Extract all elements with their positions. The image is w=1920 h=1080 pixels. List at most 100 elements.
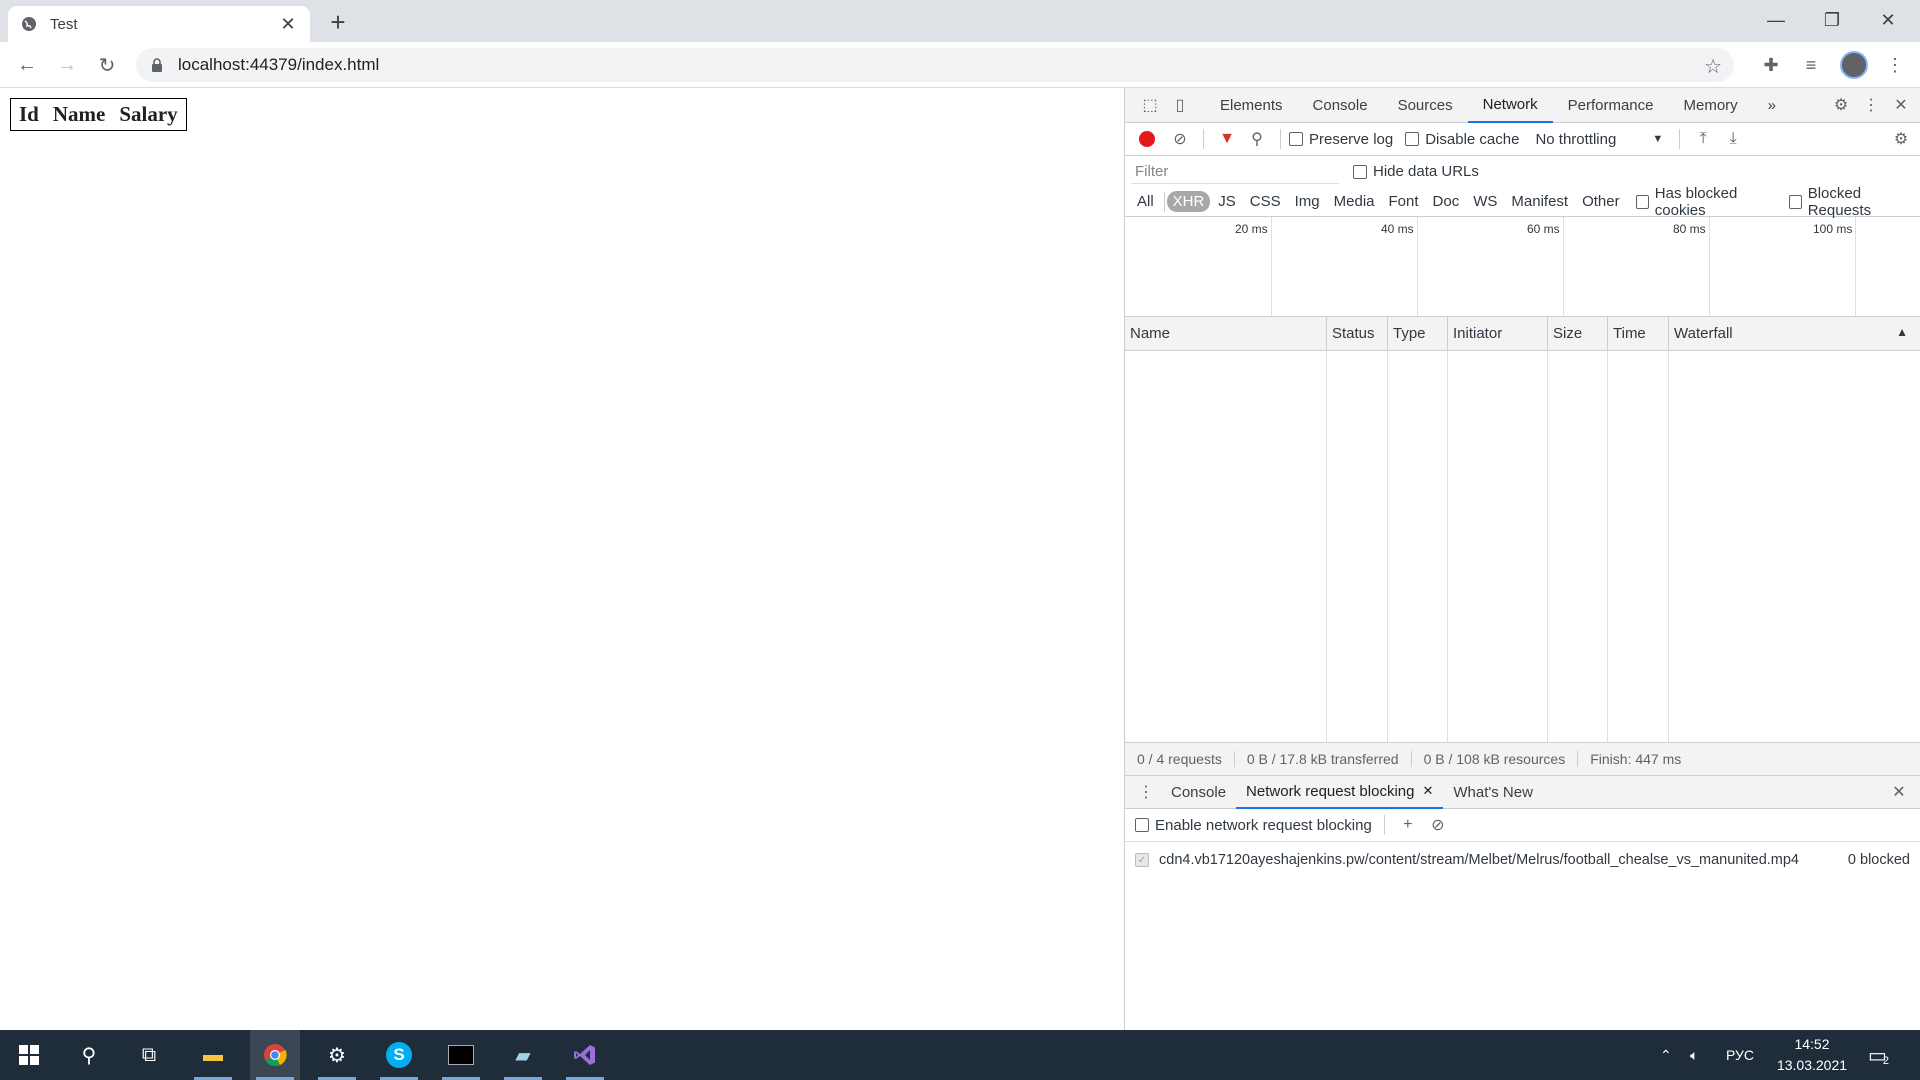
type-css[interactable]: CSS: [1244, 191, 1287, 212]
drawer-tab-request-blocking[interactable]: Network request blocking ✕: [1236, 776, 1444, 809]
close-drawer-icon[interactable]: ✕: [1884, 777, 1914, 807]
separator: [1383, 815, 1385, 835]
notification-center-icon[interactable]: ▭ 2: [1868, 1030, 1889, 1080]
column-size[interactable]: Size: [1548, 317, 1608, 350]
settings-gear-icon[interactable]: ⚙: [312, 1030, 362, 1080]
has-blocked-cookies-label: Has blocked cookies: [1654, 184, 1738, 219]
type-doc[interactable]: Doc: [1427, 191, 1466, 212]
notepad-icon[interactable]: ▰: [498, 1030, 548, 1080]
reload-button[interactable]: ↻: [92, 50, 122, 80]
search-icon[interactable]: ⚲: [64, 1030, 114, 1080]
type-all[interactable]: All: [1131, 191, 1160, 212]
type-manifest[interactable]: Manifest: [1505, 191, 1574, 212]
new-tab-button[interactable]: +: [324, 7, 352, 37]
devtools-tabbar: ⬚ ▯ Elements Console Sources Network Per…: [1125, 88, 1920, 123]
chat-bubble-icon: ▭: [1868, 1044, 1887, 1067]
sort-ascending-icon[interactable]: ▲: [1896, 325, 1908, 339]
type-media[interactable]: Media: [1328, 191, 1381, 212]
drawer-menu-icon[interactable]: ⋮: [1131, 777, 1161, 807]
type-xhr[interactable]: XHR: [1166, 191, 1211, 212]
type-js[interactable]: JS: [1212, 191, 1242, 212]
profile-avatar[interactable]: [1840, 51, 1868, 79]
filter-icon[interactable]: ▼: [1212, 124, 1242, 154]
forward-button[interactable]: →: [52, 50, 82, 80]
taskbar-clock[interactable]: 14:52 13.03.2021: [1772, 1034, 1852, 1076]
restore-button[interactable]: ❐: [1804, 0, 1860, 40]
tab-network[interactable]: Network: [1467, 88, 1553, 123]
skype-icon[interactable]: S: [374, 1030, 424, 1080]
clear-icon[interactable]: ⊘: [1165, 124, 1195, 154]
export-har-icon[interactable]: ⤓: [1718, 124, 1748, 154]
tab-memory[interactable]: Memory: [1669, 88, 1753, 123]
network-settings-icon[interactable]: ⚙: [1886, 124, 1916, 154]
requests-table-header: Name Status Type Initiator Size Time Wat…: [1125, 317, 1920, 351]
blocked-pattern-row[interactable]: ✓ cdn4.vb17120ayeshajenkins.pw/content/s…: [1125, 842, 1920, 878]
address-bar[interactable]: localhost:44379/index.html ☆: [136, 48, 1734, 82]
column-type[interactable]: Type: [1388, 317, 1448, 350]
tab-sources[interactable]: Sources: [1383, 88, 1468, 123]
disable-cache-checkbox[interactable]: Disable cache: [1405, 131, 1519, 148]
type-img[interactable]: Img: [1289, 191, 1326, 212]
tab-console[interactable]: Console: [1298, 88, 1383, 123]
table-column: [1448, 351, 1548, 742]
devtools-menu-icon[interactable]: ⋮: [1856, 90, 1886, 120]
timeline-overview[interactable]: 20 ms 40 ms 60 ms 80 ms 100 ms: [1125, 217, 1920, 317]
close-icon[interactable]: ✕: [1422, 783, 1433, 799]
column-status[interactable]: Status: [1327, 317, 1388, 350]
add-pattern-icon[interactable]: +: [1393, 810, 1423, 840]
language-indicator[interactable]: РУС: [1726, 1030, 1754, 1080]
device-toolbar-icon[interactable]: ▯: [1165, 90, 1195, 120]
inspect-element-icon[interactable]: ⬚: [1135, 90, 1165, 120]
type-ws[interactable]: WS: [1467, 191, 1503, 212]
remove-all-patterns-icon[interactable]: ⊘: [1423, 810, 1453, 840]
enable-blocking-checkbox[interactable]: Enable network request blocking: [1135, 817, 1372, 834]
record-icon[interactable]: [1139, 131, 1155, 147]
type-other[interactable]: Other: [1576, 191, 1626, 212]
hide-data-urls-checkbox[interactable]: Hide data URLs: [1353, 163, 1479, 180]
type-font[interactable]: Font: [1383, 191, 1425, 212]
table-column: [1125, 351, 1327, 742]
filter-input[interactable]: Filter: [1131, 159, 1339, 184]
column-initiator[interactable]: Initiator: [1448, 317, 1548, 350]
drawer-tab-whats-new[interactable]: What's New: [1443, 776, 1543, 809]
has-blocked-cookies-checkbox[interactable]: Has blocked cookies: [1635, 184, 1783, 219]
close-devtools-icon[interactable]: ✕: [1886, 90, 1916, 120]
import-har-icon[interactable]: ⤒: [1688, 124, 1718, 154]
terminal-icon[interactable]: [436, 1030, 486, 1080]
minimize-button[interactable]: —: [1748, 0, 1804, 40]
search-icon[interactable]: ⚲: [1242, 124, 1272, 154]
tab-performance[interactable]: Performance: [1553, 88, 1669, 123]
header-name: Name: [52, 102, 106, 126]
start-button[interactable]: [4, 1030, 54, 1080]
close-window-button[interactable]: ✕: [1860, 0, 1916, 40]
task-view-icon[interactable]: ⧉: [124, 1030, 174, 1080]
column-waterfall[interactable]: Waterfall: [1669, 317, 1920, 350]
volume-icon[interactable]: 🔈︎: [1690, 1030, 1698, 1080]
show-hidden-icons[interactable]: ⌃: [1660, 1030, 1672, 1080]
settings-gear-icon[interactable]: ⚙: [1826, 90, 1856, 120]
bookmark-star-icon[interactable]: ☆: [1704, 54, 1722, 79]
requests-count: 0 / 4 requests: [1137, 751, 1235, 767]
close-tab-icon[interactable]: ✕: [278, 14, 298, 34]
preserve-log-checkbox[interactable]: Preserve log: [1289, 131, 1393, 148]
column-time[interactable]: Time: [1608, 317, 1669, 350]
chrome-logo: [264, 1044, 287, 1067]
media-controls-icon[interactable]: ≡: [1798, 52, 1824, 78]
visual-studio-icon[interactable]: [560, 1030, 610, 1080]
throttling-select[interactable]: No throttling ▼: [1535, 131, 1663, 148]
more-tabs-button[interactable]: »: [1753, 88, 1791, 123]
table-column: [1388, 351, 1448, 742]
back-button[interactable]: ←: [12, 50, 42, 80]
clock-time: 14:52: [1794, 1036, 1830, 1052]
drawer-tab-console[interactable]: Console: [1161, 776, 1236, 809]
file-explorer-icon[interactable]: ▬: [188, 1030, 238, 1080]
browser-tab[interactable]: Test ✕: [8, 6, 310, 42]
chrome-icon[interactable]: [250, 1030, 300, 1080]
separator: [1163, 191, 1165, 212]
column-name[interactable]: Name: [1125, 317, 1327, 350]
extensions-icon[interactable]: ✚: [1758, 52, 1784, 78]
checkbox-icon[interactable]: ✓: [1135, 853, 1149, 867]
blocked-requests-checkbox[interactable]: Blocked Requests: [1788, 185, 1920, 219]
tab-elements[interactable]: Elements: [1205, 88, 1298, 123]
menu-dots-icon[interactable]: ⋮: [1882, 52, 1908, 78]
